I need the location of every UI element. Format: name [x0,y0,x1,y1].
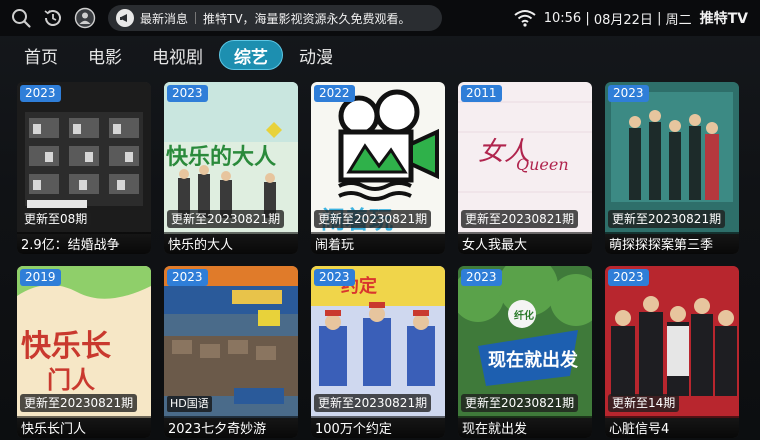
update-badge: 更新至20230821期 [314,210,432,228]
ticker-message: 推特TV，海量影视资源永久免费观看。 [203,11,411,26]
card-title: 现在就出发 [462,422,528,437]
svg-text:现在就出发: 现在就出发 [488,349,579,371]
card-title: 2023七夕奇妙游 [168,422,267,437]
wifi-icon [514,10,536,27]
search-icon [12,9,31,28]
year-badge: 2023 [608,85,649,102]
year-badge: 2023 [461,269,502,286]
year-badge: 2011 [461,85,502,102]
tab-home[interactable]: 首页 [10,40,72,70]
card-title: 2.9亿：结婚战争 [21,238,120,253]
year-badge: 2023 [20,85,61,102]
card-title: 萌探探探案第三季 [609,238,714,253]
svg-text:纤化: 纤化 [514,309,534,322]
card-title: 100万个约定 [315,422,392,437]
quality-badge: HD国语 [167,396,212,412]
card-title: 快乐的大人 [168,238,234,253]
content-card[interactable]: 2023 更新至08期 2.9亿：结婚战争 [17,82,151,254]
divider: | [652,10,666,26]
update-badge: 更新至20230821期 [461,394,579,412]
update-badge: 更新至20230821期 [314,394,432,412]
content-card[interactable]: 2023 更新至14期 心脏信号4 [605,266,739,438]
svg-text:门人: 门人 [47,366,95,394]
svg-text:Queen: Queen [516,155,569,174]
tab-variety[interactable]: 综艺 [219,40,283,70]
user-button[interactable] [74,7,96,29]
tab-movies[interactable]: 电影 [74,40,136,70]
tab-anime[interactable]: 动漫 [285,40,347,70]
bell-icon [116,9,134,27]
user-icon [74,7,96,29]
content-card[interactable]: 约定 2023 更新至20230821期 100万个约定 [311,266,445,438]
clock-date: 08月22日 [593,12,653,28]
brand-name: 推特TV [699,11,748,27]
update-badge: 更新至20230821期 [608,210,726,228]
year-badge: 2019 [20,269,61,286]
history-button[interactable] [42,7,64,29]
update-badge: 更新至14期 [608,394,680,412]
content-card[interactable]: 闹着玩 2022 更新至20230821期 闹着玩 [311,82,445,254]
news-ticker[interactable]: 最新消息 推特TV，海量影视资源永久免费观看。 [108,5,442,31]
year-badge: 2023 [608,269,649,286]
card-title: 闹着玩 [315,238,355,253]
card-title: 快乐长门人 [21,422,87,437]
status-right: 10:56 | 08月22日 | 周二 推特TV [514,8,748,28]
update-badge: 更新至20230821期 [167,210,285,228]
history-icon [44,10,61,26]
content-card[interactable]: 2023 HD国语 2023七夕奇妙游 [164,266,298,438]
divider: | [581,10,594,26]
svg-text:快乐的大人: 快乐的大人 [166,144,276,170]
ticker-label: 最新消息 [140,11,189,26]
content-card[interactable]: 2023 更新至20230821期 萌探探探案第三季 [605,82,739,254]
search-button[interactable] [10,7,32,29]
year-badge: 2023 [167,269,208,286]
tab-tv-series[interactable]: 电视剧 [138,40,217,70]
category-tabs: 首页 电影 电视剧 综艺 动漫 [10,38,349,72]
card-title: 心脏信号4 [609,422,670,437]
content-card[interactable]: 纤化 现在就出发 2023 更新至20230821期 现在就出发 [458,266,592,438]
content-card[interactable]: 女人 Queen 2011 更新至20230821期 女人我最大 [458,82,592,254]
update-badge: 更新至08期 [20,210,92,228]
year-badge: 2022 [314,85,355,102]
content-card[interactable]: 快乐的大人 2023 更新至20230821期 快乐的大人 [164,82,298,254]
year-badge: 2023 [314,269,355,286]
clock-time: 10:56 [543,10,582,26]
year-badge: 2023 [167,85,208,102]
update-badge: 更新至20230821期 [20,394,138,412]
status-bar: 最新消息 推特TV，海量影视资源永久免费观看。 10:56 | 08月22日 |… [0,0,760,36]
update-badge: 更新至20230821期 [461,210,579,228]
card-title: 女人我最大 [462,238,528,253]
svg-text:快乐长: 快乐长 [21,329,111,364]
content-card[interactable]: 快乐长 门人 2019 更新至20230821期 快乐长门人 [17,266,151,438]
clock-weekday: 周二 [665,12,692,28]
divider [195,12,197,24]
